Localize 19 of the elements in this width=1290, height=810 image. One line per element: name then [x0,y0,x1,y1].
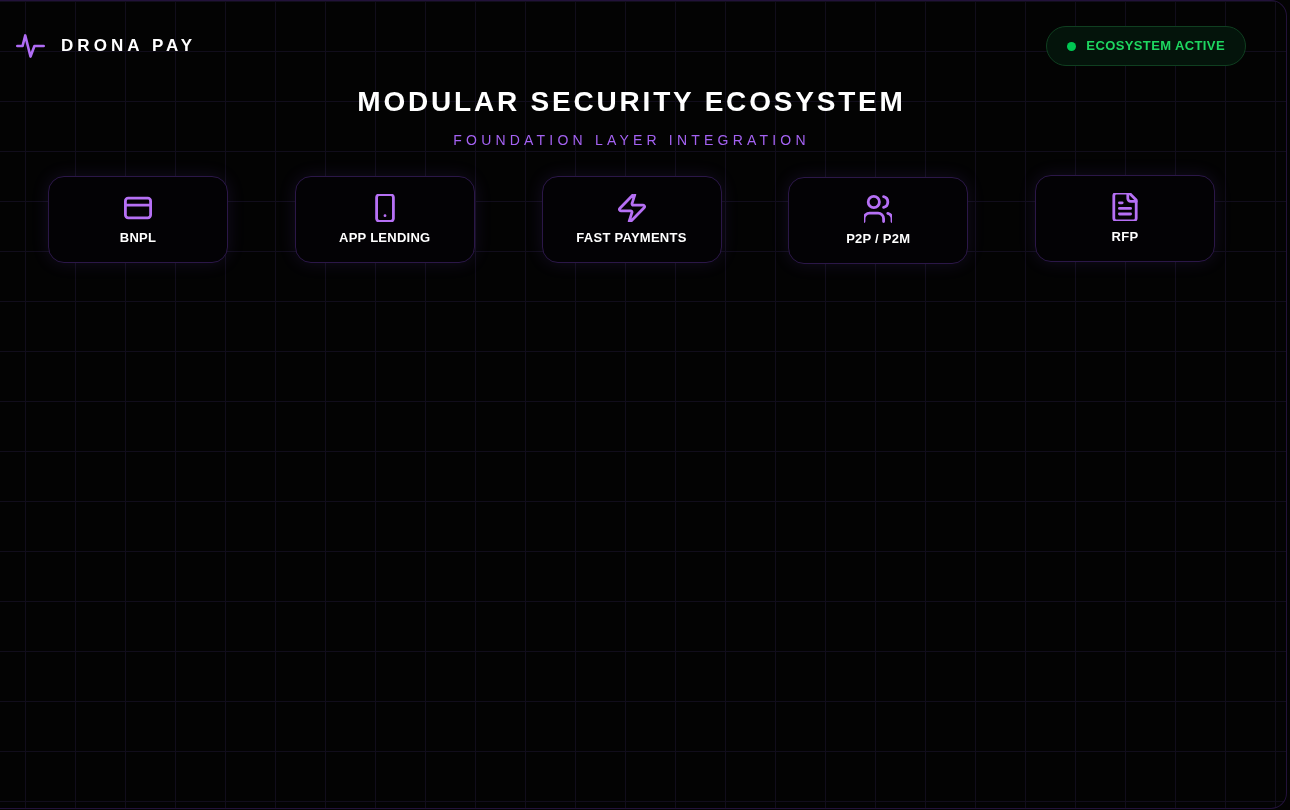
credit-card-icon [124,194,152,222]
lightning-bolt-icon [617,194,646,222]
module-card[interactable]: P2P / P2M [788,177,969,264]
page-title: MODULAR SECURITY ECOSYSTEM [357,85,906,119]
module-label: FAST PAYMENTS [576,229,687,247]
module-label: BNPL [119,229,157,247]
users-icon [864,195,893,223]
module-label: APP LENDING [339,229,431,247]
module-label: P2P / P2M [846,230,911,248]
page-subtitle: FOUNDATION LAYER INTEGRATION [453,131,810,150]
module-label: RFP [1111,228,1139,246]
module-card[interactable]: RFP [1035,175,1215,262]
brand-name: DRONA PAY [61,35,197,58]
document-icon [1111,193,1139,221]
module-card[interactable]: FAST PAYMENTS [541,176,722,263]
module-card[interactable]: BNPL [48,176,228,263]
status-label: ECOSYSTEM ACTIVE [1086,37,1225,56]
module-card[interactable]: APP LENDING [294,176,475,263]
pulse-logo-icon [16,32,45,60]
